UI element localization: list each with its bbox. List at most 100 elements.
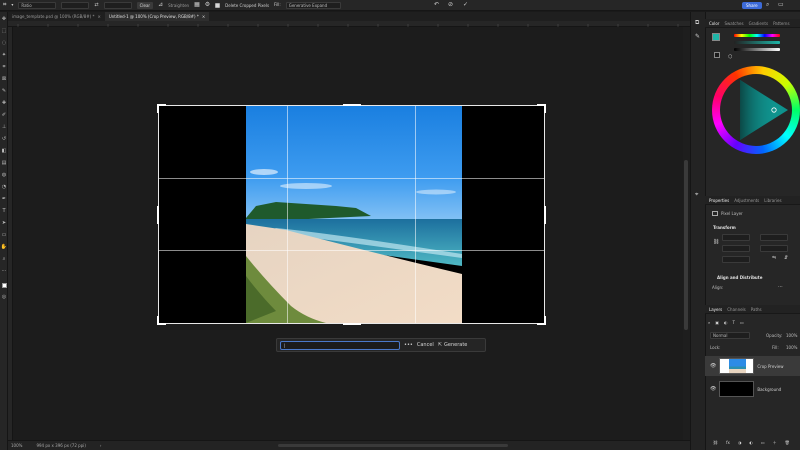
more-tools-icon[interactable]: ⋯ xyxy=(1,268,7,274)
eye-icon[interactable]: 👁 xyxy=(710,386,716,392)
layer-name[interactable]: Crop Preview xyxy=(757,364,783,369)
fill-select[interactable]: Generative Expand xyxy=(285,1,341,9)
close-icon[interactable]: × xyxy=(202,14,205,19)
ratio-select[interactable]: Ratio xyxy=(18,1,57,9)
frame-tool-icon[interactable]: ⊠ xyxy=(1,76,7,82)
generate-button[interactable]: ⇱ Generate xyxy=(438,342,468,348)
blur-tool-icon[interactable]: ◍ xyxy=(1,172,7,178)
undo-icon[interactable]: ↶ xyxy=(434,2,439,8)
height-field[interactable] xyxy=(722,245,750,252)
tab-adjustments[interactable]: Adjustments xyxy=(734,198,759,203)
hue-slider[interactable] xyxy=(734,34,780,37)
color-wheel[interactable] xyxy=(710,64,800,160)
flip-horizontal-icon[interactable]: ⇋ xyxy=(772,256,776,261)
straighten-label[interactable]: Straighten xyxy=(168,3,189,8)
vertical-scrollbar-thumb[interactable] xyxy=(684,160,688,330)
filter-pixel-icon[interactable]: ▣ xyxy=(715,321,719,325)
fill-value[interactable]: 100% xyxy=(786,345,797,350)
angle-field[interactable] xyxy=(722,256,750,263)
path-select-icon[interactable]: ➤ xyxy=(1,220,7,226)
stamp-tool-icon[interactable]: ⊥ xyxy=(1,124,7,130)
crop-handle-bottom-right[interactable] xyxy=(544,316,546,325)
tab-channels[interactable]: Channels xyxy=(727,307,746,312)
comments-icon[interactable]: ✎ xyxy=(695,34,700,40)
clear-button[interactable]: Clear xyxy=(136,1,154,9)
delete-cropped-checkbox[interactable] xyxy=(215,2,221,8)
tab-patterns[interactable]: Patterns xyxy=(773,21,789,26)
crop-handle-top[interactable] xyxy=(343,104,361,106)
mask-icon[interactable]: ◑ xyxy=(738,441,742,445)
new-layer-icon[interactable]: ＋ xyxy=(773,441,777,445)
cancel-crop-icon[interactable]: ⊘ xyxy=(448,2,453,8)
eraser-tool-icon[interactable]: ◧ xyxy=(1,148,7,154)
foreground-color-swatch[interactable] xyxy=(712,33,720,41)
share-button[interactable]: Share xyxy=(742,1,762,9)
crop-handle-right[interactable] xyxy=(544,206,546,224)
trash-icon[interactable]: 🗑 xyxy=(785,441,790,445)
gear-icon[interactable]: ⚙ xyxy=(205,2,210,8)
opacity-value[interactable]: 100% xyxy=(786,333,797,338)
move-tool-icon[interactable]: ✥ xyxy=(1,16,7,22)
folder-icon[interactable]: ▭ xyxy=(761,441,765,445)
brightness-slider[interactable] xyxy=(734,48,780,51)
horizontal-scrollbar-thumb[interactable] xyxy=(278,444,508,447)
commit-checkmark-icon[interactable]: ✓ xyxy=(463,2,468,8)
tab-color[interactable]: Color xyxy=(709,21,719,26)
tab-image-template[interactable]: image_template.psd @ 100% (RGB/8#) * × xyxy=(8,12,105,21)
filter-shape-icon[interactable]: ▭ xyxy=(740,321,744,325)
eyedropper-tool-icon[interactable]: ✎ xyxy=(1,88,7,94)
hand-tool-icon[interactable]: ✋ xyxy=(1,244,7,250)
marquee-tool-icon[interactable]: ⬚ xyxy=(1,28,7,34)
x-field[interactable] xyxy=(760,234,788,241)
swap-icon[interactable]: ⇄ xyxy=(94,2,98,8)
more-options-button[interactable]: ••• xyxy=(404,342,413,348)
tab-paths[interactable]: Paths xyxy=(751,307,762,312)
chevron-right-icon[interactable]: › xyxy=(100,443,102,448)
blend-mode-select[interactable]: Normal xyxy=(710,332,750,339)
layer-row-crop-preview[interactable]: 👁 Crop Preview xyxy=(705,356,800,376)
link-layers-icon[interactable]: ⛓ xyxy=(713,441,718,445)
tab-libraries[interactable]: Libraries xyxy=(764,198,781,203)
dodge-tool-icon[interactable]: ◔ xyxy=(1,184,7,190)
tab-untitled-1[interactable]: Untitled-1 @ 100% (Crop Preview, RGB/8#)… xyxy=(104,12,210,21)
straighten-icon[interactable]: ⊿ xyxy=(158,2,163,8)
pen-tool-icon[interactable]: ✒ xyxy=(1,196,7,202)
chevron-down-icon[interactable]: ▾ xyxy=(11,3,13,7)
crop-box[interactable] xyxy=(158,105,545,324)
lasso-tool-icon[interactable]: ◌ xyxy=(1,40,7,46)
shape-tool-icon[interactable]: ▭ xyxy=(1,232,7,238)
workspace-icon[interactable]: ▭ xyxy=(778,2,784,8)
crop-handle-bottom[interactable] xyxy=(343,323,361,325)
search-icon[interactable]: ⌕ xyxy=(766,2,769,8)
link-icon[interactable]: ⛓ xyxy=(713,240,719,245)
saturation-slider[interactable] xyxy=(734,41,780,44)
close-icon[interactable]: × xyxy=(97,14,100,19)
background-color-swatch[interactable] xyxy=(714,52,720,58)
tab-properties[interactable]: Properties xyxy=(709,198,729,203)
y-field[interactable] xyxy=(760,245,788,252)
crop-tool-icon[interactable]: ⌗ xyxy=(3,2,6,8)
ratio-height-input[interactable] xyxy=(103,1,132,9)
foreground-color-swatch[interactable] xyxy=(1,282,7,288)
tab-gradients[interactable]: Gradients xyxy=(749,21,769,26)
healing-tool-icon[interactable]: ✚ xyxy=(1,100,7,106)
generative-prompt-input[interactable] xyxy=(280,340,400,350)
more-options-icon[interactable]: ⋯ xyxy=(778,285,783,290)
crop-handle-top-right[interactable] xyxy=(544,104,546,113)
layer-style-icon[interactable]: fx xyxy=(726,441,730,445)
filter-type-icon[interactable]: T xyxy=(733,321,735,325)
tab-layers[interactable]: Layers xyxy=(709,307,722,312)
layer-name[interactable]: Background xyxy=(757,387,781,392)
quick-mask-icon[interactable]: ◎ xyxy=(1,294,7,300)
width-field[interactable] xyxy=(722,234,750,241)
cube-icon[interactable]: ⬡ xyxy=(728,55,732,60)
eye-icon[interactable]: 👁 xyxy=(710,363,716,369)
history-icon[interactable]: ⌖ xyxy=(695,192,698,198)
type-tool-icon[interactable]: T xyxy=(1,208,7,214)
ratio-width-input[interactable] xyxy=(61,1,90,9)
layer-row-background[interactable]: 👁 Background xyxy=(705,379,800,399)
history-brush-icon[interactable]: ↺ xyxy=(1,136,7,142)
gradient-tool-icon[interactable]: ▤ xyxy=(1,160,7,166)
overlay-grid-icon[interactable]: ▦ xyxy=(194,2,200,8)
brush-tool-icon[interactable]: ✐ xyxy=(1,112,7,118)
